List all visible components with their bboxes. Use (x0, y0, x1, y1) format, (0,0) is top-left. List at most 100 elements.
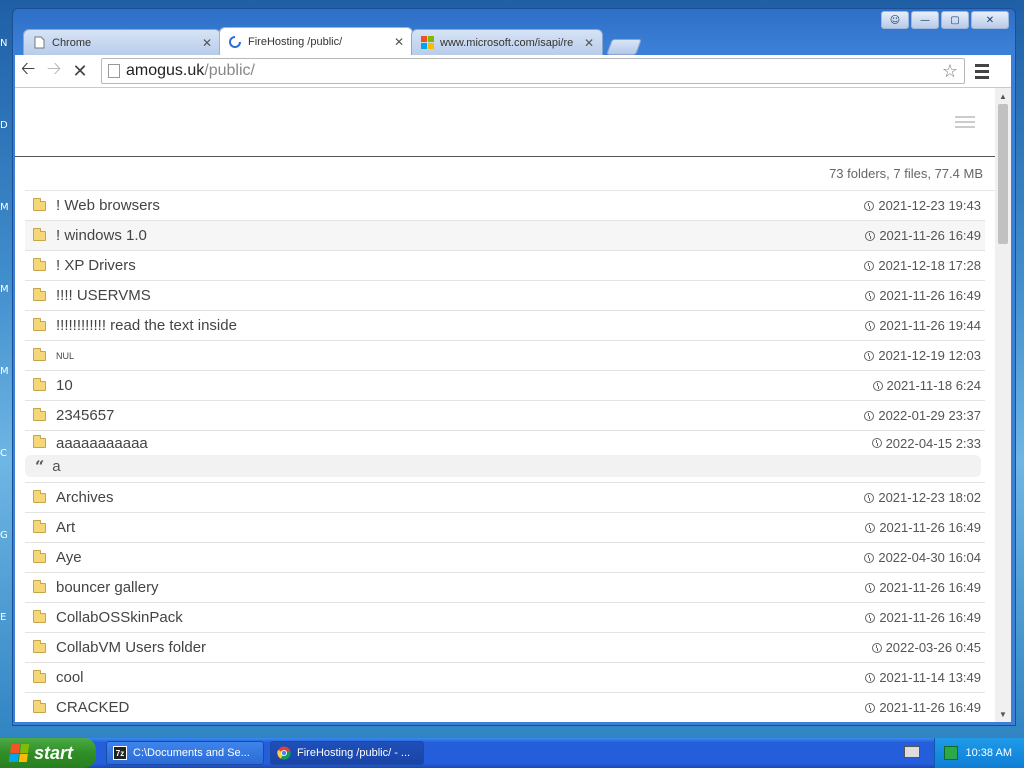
bookmark-star-icon[interactable]: ☆ (942, 61, 958, 82)
item-name[interactable]: CollabOSSkinPack (56, 609, 183, 626)
menu-icon[interactable] (955, 116, 975, 128)
clock-icon (864, 552, 875, 563)
list-item[interactable]: ! windows 1.0 2021-11-26 16:49 (25, 221, 985, 251)
item-name[interactable]: Art (56, 519, 75, 536)
taskbar-item-label: FireHosting /public/ - ... (297, 747, 411, 759)
item-date: 2021-12-23 18:02 (864, 490, 981, 505)
item-name[interactable]: aaaaaaaaaaa (56, 435, 148, 452)
browser-toolbar: 🡠 🡢 ✕ amogus.uk /public/ ☆ (15, 55, 1011, 88)
item-description: “ a (25, 455, 981, 477)
item-name[interactable]: NUL (56, 351, 74, 361)
keyboard-icon[interactable] (904, 746, 920, 758)
item-name[interactable]: ! Web browsers (56, 197, 160, 214)
clock-icon (864, 200, 875, 211)
scroll-up-arrow-icon[interactable]: ▲ (995, 88, 1011, 104)
network-icon[interactable] (943, 746, 958, 760)
list-item[interactable]: cool 2021-11-14 13:49 (25, 663, 985, 693)
page-header (15, 88, 995, 157)
item-date: 2022-03-26 0:45 (871, 640, 981, 655)
start-button[interactable]: start (0, 738, 96, 768)
list-item[interactable]: !!!! USERVMS 2021-11-26 16:49 (25, 281, 985, 311)
tab-close-icon[interactable]: ✕ (584, 36, 594, 50)
item-name[interactable]: CRACKED (56, 699, 129, 716)
desktop-icon-label[interactable]: M (0, 366, 12, 380)
desktop-icon-label[interactable]: N (0, 38, 12, 52)
item-name[interactable]: Aye (56, 549, 82, 566)
microsoft-logo-icon (420, 36, 434, 50)
item-name[interactable]: CollabVM Users folder (56, 639, 206, 656)
list-item[interactable]: Archives 2021-12-23 18:02 (25, 483, 985, 513)
clock[interactable]: 10:38 AM (966, 747, 1012, 759)
item-date: 2021-12-19 12:03 (864, 348, 981, 363)
7zip-icon: 7z (113, 746, 127, 760)
address-bar[interactable]: amogus.uk /public/ ☆ (101, 58, 965, 84)
list-item[interactable]: bouncer gallery 2021-11-26 16:49 (25, 573, 985, 603)
item-date: 2021-11-26 16:49 (865, 228, 981, 243)
list-item[interactable]: aaaaaaaaaaa 2022-04-15 2:33 “ a (25, 431, 985, 483)
scroll-down-arrow-icon[interactable]: ▼ (995, 706, 1011, 722)
item-name[interactable]: 2345657 (56, 407, 114, 424)
back-button[interactable]: 🡠 (15, 58, 41, 84)
list-item[interactable]: !!!!!!!!!!!! read the text inside 2021-1… (25, 311, 985, 341)
item-name[interactable]: !!!!!!!!!!!! read the text inside (56, 317, 237, 334)
folder-icon (33, 347, 46, 361)
tab-microsoft[interactable]: www.microsoft.com/isapi/re ✕ (411, 29, 603, 55)
item-name[interactable]: ! windows 1.0 (56, 227, 147, 244)
desktop-icon-label[interactable]: M (0, 202, 12, 216)
new-tab-button[interactable] (606, 39, 642, 55)
list-item[interactable]: CollabVM Users folder 2022-03-26 0:45 (25, 633, 985, 663)
taskbar-item-chrome[interactable]: FireHosting /public/ - ... (270, 741, 424, 765)
url-host: amogus.uk (126, 62, 205, 79)
item-name[interactable]: ! XP Drivers (56, 257, 136, 274)
item-name[interactable]: bouncer gallery (56, 579, 159, 596)
taskbar: start 7z C:\Documents and Se... FireHost… (0, 738, 1024, 768)
item-name[interactable]: 10 (56, 377, 73, 394)
list-item[interactable]: ! XP Drivers 2021-12-18 17:28 (25, 251, 985, 281)
list-item[interactable]: 10 2021-11-18 6:24 (25, 371, 985, 401)
clock-icon (865, 582, 876, 593)
folder-icon (33, 579, 46, 593)
clock-icon (865, 522, 876, 533)
forward-button[interactable]: 🡢 (41, 58, 67, 84)
list-item[interactable]: ! Web browsers 2021-12-23 19:43 (25, 191, 985, 221)
quote-icon: “ (35, 456, 45, 476)
list-item[interactable]: 2345657 2022-01-29 23:37 (25, 401, 985, 431)
stop-loading-button[interactable]: ✕ (67, 58, 93, 84)
item-date: 2021-11-26 19:44 (865, 318, 981, 333)
desktop-icon-label[interactable]: G (0, 530, 12, 544)
clock-icon (864, 260, 875, 271)
clock-icon (865, 230, 876, 241)
scroll-thumb[interactable] (998, 104, 1008, 244)
desktop-icon-label[interactable]: E (0, 612, 12, 626)
folder-icon (33, 197, 46, 211)
desktop-icon-label[interactable]: M (0, 284, 12, 298)
list-item[interactable]: CollabOSSkinPack 2021-11-26 16:49 (25, 603, 985, 633)
item-date: 2021-11-14 13:49 (865, 670, 981, 685)
tab-close-icon[interactable]: ✕ (202, 36, 212, 50)
desktop-icon-label[interactable]: C (0, 448, 12, 462)
tab-firehosting[interactable]: FireHosting /public/ ✕ (219, 27, 413, 55)
page-icon (32, 36, 46, 50)
list-item[interactable]: Art 2021-11-26 16:49 (25, 513, 985, 543)
item-name[interactable]: Archives (56, 489, 114, 506)
taskbar-item-7zip[interactable]: 7z C:\Documents and Se... (106, 741, 264, 765)
item-date: 2021-12-23 19:43 (864, 198, 981, 213)
chrome-menu-button[interactable] (971, 63, 993, 79)
tab-chrome[interactable]: Chrome ✕ (23, 29, 221, 55)
tab-close-icon[interactable]: ✕ (394, 35, 404, 49)
tab-strip: Chrome ✕ FireHosting /public/ ✕ www.micr… (23, 27, 1003, 57)
page-content: 73 folders, 7 files, 77.4 MB ! Web brows… (15, 88, 995, 722)
list-item[interactable]: NUL 2021-12-19 12:03 (25, 341, 985, 371)
item-date: 2021-11-26 16:49 (865, 580, 981, 595)
clock-icon (864, 410, 875, 421)
folder-icon (33, 227, 46, 241)
clock-icon (865, 290, 876, 301)
list-item[interactable]: CRACKED 2021-11-26 16:49 (25, 693, 985, 722)
item-name[interactable]: !!!! USERVMS (56, 287, 151, 304)
list-item[interactable]: Aye 2022-04-30 16:04 (25, 543, 985, 573)
vertical-scrollbar[interactable]: ▲ ▼ (995, 88, 1011, 722)
item-name[interactable]: cool (56, 669, 84, 686)
windows-logo-icon (8, 744, 30, 762)
url-path: /public/ (204, 62, 255, 79)
desktop-icon-label[interactable]: D (0, 120, 12, 134)
